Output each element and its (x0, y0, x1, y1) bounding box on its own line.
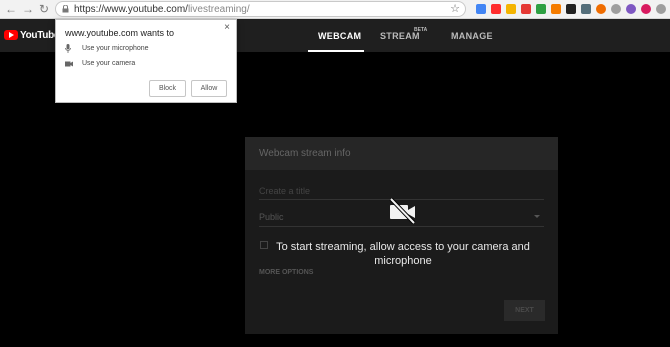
logo-text: YouTube (20, 29, 60, 41)
panel-header: Webcam stream info (245, 137, 558, 170)
close-icon[interactable]: × (224, 22, 230, 33)
extension-icon[interactable] (596, 4, 606, 14)
camera-off-icon (389, 198, 416, 224)
permission-message: To start streaming, allow access to your… (276, 241, 530, 267)
next-button[interactable]: NEXT (504, 300, 545, 321)
camera-icon (65, 61, 73, 66)
extension-icon[interactable] (626, 4, 636, 14)
youtube-logo[interactable]: YouTube (4, 29, 60, 41)
tab-webcam[interactable]: WEBCAM (318, 31, 361, 41)
reload-icon[interactable]: ↻ (37, 2, 51, 16)
more-options-link[interactable]: MORE OPTIONS (259, 269, 313, 276)
lock-icon (62, 5, 69, 13)
extension-icon[interactable] (536, 4, 546, 14)
extension-icon[interactable] (491, 4, 501, 14)
address-bar[interactable]: https://www.youtube.com/livestreaming/ ☆ (55, 1, 466, 17)
browser-toolbar: ← → ↻ https://www.youtube.com/livestream… (0, 0, 670, 19)
extension-icon[interactable] (551, 4, 561, 14)
popup-title: www.youtube.com wants to (65, 28, 175, 38)
stream-title-input[interactable] (259, 184, 544, 198)
back-arrow-icon[interactable]: ← (4, 2, 18, 16)
panel-title: Webcam stream info (259, 148, 351, 159)
extension-icon[interactable] (656, 4, 666, 14)
extension-icon[interactable] (581, 4, 591, 14)
permission-popup: × www.youtube.com wants to Use your micr… (55, 19, 237, 103)
chevron-down-icon[interactable] (534, 215, 540, 218)
block-button[interactable]: Block (149, 80, 186, 97)
privacy-select[interactable]: Public (259, 212, 284, 222)
permission-label: Use your microphone (82, 45, 149, 52)
extension-icon[interactable] (521, 4, 531, 14)
extension-icon[interactable] (641, 4, 651, 14)
tab-manage[interactable]: MANAGE (451, 31, 493, 41)
youtube-play-icon (4, 30, 18, 40)
permission-label: Use your camera (82, 60, 136, 67)
extension-icon[interactable] (476, 4, 486, 14)
extension-icon[interactable] (506, 4, 516, 14)
microphone-icon (65, 44, 71, 53)
extension-icon[interactable] (611, 4, 621, 14)
allow-button[interactable]: Allow (191, 80, 227, 97)
url-text: https://www.youtube.com/livestreaming/ (74, 4, 250, 15)
permission-microphone: Use your microphone (65, 44, 149, 53)
privacy-underline (259, 226, 544, 227)
beta-badge: BETA (414, 27, 428, 33)
forward-arrow-icon[interactable]: → (21, 2, 35, 16)
permission-camera: Use your camera (65, 60, 135, 67)
extension-icon[interactable] (566, 4, 576, 14)
active-tab-indicator (308, 50, 364, 52)
bookmark-star-icon[interactable]: ☆ (450, 2, 460, 16)
webcam-stream-panel: Webcam stream info Public MORE OPTIONS N… (245, 137, 558, 334)
